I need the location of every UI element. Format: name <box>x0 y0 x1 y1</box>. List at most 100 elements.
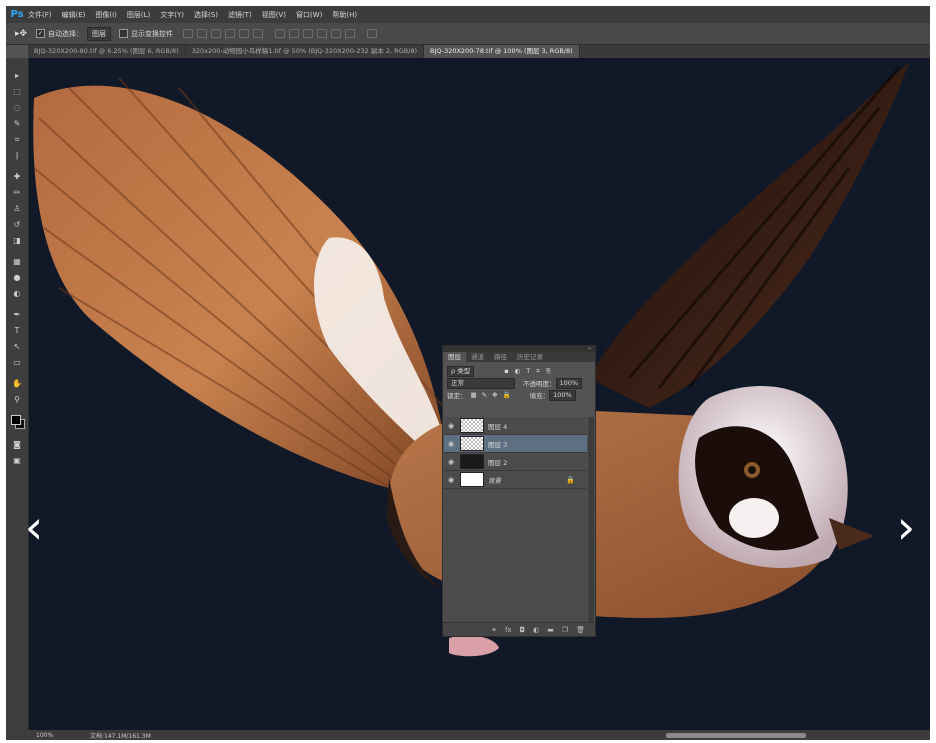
layers-scrollbar[interactable] <box>588 417 594 624</box>
layer-name: 图层 2 <box>488 458 508 467</box>
clone-stamp-tool-icon[interactable]: ♙ <box>11 204 23 214</box>
distribute-top-icon[interactable] <box>275 29 285 38</box>
document-tabs: BJQ-320X200-80.tif @ 6.25% (图层 6, RGB/8)… <box>28 45 930 58</box>
layer-filter-dropdown[interactable]: ρ 类型 <box>447 365 475 377</box>
delete-layer-icon[interactable]: 🗑 <box>576 626 585 634</box>
opacity-input[interactable]: 100% <box>555 377 583 389</box>
opacity-label: 不透明度： <box>523 380 556 388</box>
menu-help[interactable]: 帮助(H) <box>332 10 357 20</box>
menu-view[interactable]: 视图(V) <box>262 10 286 20</box>
blend-opacity-row: 正常 不透明度： 100% <box>443 377 595 389</box>
dodge-tool-icon[interactable]: ◐ <box>11 289 23 299</box>
distribute-vcenter-icon[interactable] <box>289 29 299 38</box>
layer-style-icon[interactable]: fx <box>505 626 512 634</box>
tab-layers[interactable]: 图层 <box>443 352 466 362</box>
blend-mode-dropdown[interactable]: 正常 <box>447 377 515 389</box>
adjustment-layer-icon[interactable]: ◐ <box>533 626 539 634</box>
layer-row[interactable]: ◉ 图层 2 <box>444 453 587 471</box>
distribute-left-icon[interactable] <box>317 29 327 38</box>
visibility-eye-icon[interactable]: ◉ <box>444 440 458 448</box>
auto-select-checkbox[interactable]: ✓ <box>36 29 45 38</box>
path-select-tool-icon[interactable]: ↖ <box>11 342 23 352</box>
layer-list: ◉ 图层 4 ◉ 图层 3 ◉ 图层 2 ◉ 背景 🔒 <box>444 417 587 624</box>
quick-select-tool-icon[interactable]: ✎ <box>11 119 23 129</box>
align-left-icon[interactable] <box>225 29 235 38</box>
align-bottom-icon[interactable] <box>211 29 221 38</box>
link-layers-icon[interactable]: ⚭ <box>491 626 497 634</box>
add-mask-icon[interactable]: ◘ <box>520 626 526 634</box>
lasso-tool-icon[interactable]: ◌ <box>11 103 23 113</box>
layer-thumbnail <box>460 454 484 469</box>
type-tool-icon[interactable]: T <box>11 326 23 336</box>
filter-icons[interactable]: ▪◐T⌗⎘ <box>504 367 557 376</box>
previous-arrow-icon[interactable]: ‹ <box>14 497 54 557</box>
gradient-tool-icon[interactable]: ▦ <box>11 257 23 267</box>
menu-select[interactable]: 选择(S) <box>194 10 218 20</box>
panel-tabs: 图层 通道 路径 历史记录 <box>443 352 595 362</box>
new-layer-icon[interactable]: ❐ <box>562 626 568 634</box>
move-tool-icon[interactable]: ▸ <box>11 71 23 81</box>
tab-channels[interactable]: 通道 <box>466 352 489 362</box>
zoom-level[interactable]: 100% <box>6 732 62 739</box>
distribute-bottom-icon[interactable] <box>303 29 313 38</box>
tab-history[interactable]: 历史记录 <box>512 352 548 362</box>
align-vcenter-icon[interactable] <box>197 29 207 38</box>
move-tool-preset-icon[interactable]: ▸✥ <box>6 29 36 39</box>
new-group-icon[interactable]: ▬ <box>547 626 554 634</box>
zoom-tool-icon[interactable]: ⚲ <box>11 395 23 405</box>
foreground-color-swatch[interactable] <box>11 415 21 425</box>
blur-tool-icon[interactable]: ● <box>11 273 23 283</box>
crop-tool-icon[interactable]: ⌗ <box>11 135 23 145</box>
eraser-tool-icon[interactable]: ◨ <box>11 236 23 246</box>
auto-select-label: 自动选择： <box>48 29 83 38</box>
tab-document-2[interactable]: 320x200-动物园小鸟样稿1.tif @ 50% (BJQ-320X200-… <box>186 45 425 58</box>
healing-tool-icon[interactable]: ✚ <box>11 172 23 182</box>
layer-row[interactable]: ◉ 图层 4 <box>444 417 587 435</box>
menu-window[interactable]: 窗口(W) <box>296 10 322 20</box>
align-top-icon[interactable] <box>183 29 193 38</box>
next-arrow-icon[interactable]: › <box>886 497 926 557</box>
hand-tool-icon[interactable]: ✋ <box>11 379 23 389</box>
pen-tool-icon[interactable]: ✒ <box>11 310 23 320</box>
menu-edit[interactable]: 编辑(E) <box>62 10 86 20</box>
brush-tool-icon[interactable]: ✏ <box>11 188 23 198</box>
auto-align-icon[interactable] <box>367 29 377 38</box>
menu-image[interactable]: 图像(I) <box>95 10 117 20</box>
layer-name: 图层 4 <box>488 422 508 431</box>
align-right-icon[interactable] <box>253 29 263 38</box>
layer-row-selected[interactable]: ◉ 图层 3 <box>444 435 587 453</box>
ps-logo: Ps <box>10 9 24 20</box>
distribute-right-icon[interactable] <box>345 29 355 38</box>
lock-icons[interactable]: ▦✎✥🔒 <box>471 391 516 399</box>
quick-mask-icon[interactable]: ◙ <box>11 440 23 450</box>
shape-tool-icon[interactable]: ▭ <box>11 358 23 368</box>
tab-paths[interactable]: 路径 <box>489 352 512 362</box>
visibility-eye-icon[interactable]: ◉ <box>444 476 458 484</box>
eyedropper-tool-icon[interactable]: ǀ <box>11 151 23 161</box>
menu-type[interactable]: 文字(Y) <box>160 10 184 20</box>
lock-label: 锁定： <box>447 392 467 400</box>
show-transform-checkbox[interactable] <box>119 29 128 38</box>
tab-document-3[interactable]: BJQ-320X200-78.tif @ 100% (图层 3, RGB/8) <box>424 45 580 58</box>
menu-filter[interactable]: 滤镜(T) <box>228 10 252 20</box>
layer-row-background[interactable]: ◉ 背景 🔒 <box>444 471 587 489</box>
menu-layer[interactable]: 图层(L) <box>127 10 150 20</box>
horizontal-scrollbar[interactable] <box>666 733 806 738</box>
auto-select-dropdown[interactable]: 图层 <box>87 26 111 41</box>
fill-input[interactable]: 100% <box>549 389 576 401</box>
visibility-eye-icon[interactable]: ◉ <box>444 422 458 430</box>
tab-document-1[interactable]: BJQ-320X200-80.tif @ 6.25% (图层 6, RGB/8) <box>28 45 186 58</box>
distribute-hcenter-icon[interactable] <box>331 29 341 38</box>
align-hcenter-icon[interactable] <box>239 29 249 38</box>
menu-file[interactable]: 文件(F) <box>28 10 52 20</box>
history-brush-tool-icon[interactable]: ↺ <box>11 220 23 230</box>
lock-fill-row: 锁定： ▦✎✥🔒 填充： 100% <box>443 389 595 401</box>
visibility-eye-icon[interactable]: ◉ <box>444 458 458 466</box>
layer-thumbnail <box>460 418 484 433</box>
lock-icon: 🔒 <box>566 475 575 484</box>
layer-filter-row: ρ 类型 ▪◐T⌗⎘ <box>443 365 595 377</box>
marquee-tool-icon[interactable]: ⬚ <box>11 87 23 97</box>
screen-mode-icon[interactable]: ▣ <box>11 456 23 466</box>
menu-bar: Ps 文件(F) 编辑(E) 图像(I) 图层(L) 文字(Y) 选择(S) 滤… <box>6 6 930 23</box>
tools-panel: ▸ ⬚ ◌ ✎ ⌗ ǀ ✚ ✏ ♙ ↺ ◨ ▦ ● ◐ ✒ T ↖ ▭ ✋ ⚲ … <box>6 58 29 740</box>
